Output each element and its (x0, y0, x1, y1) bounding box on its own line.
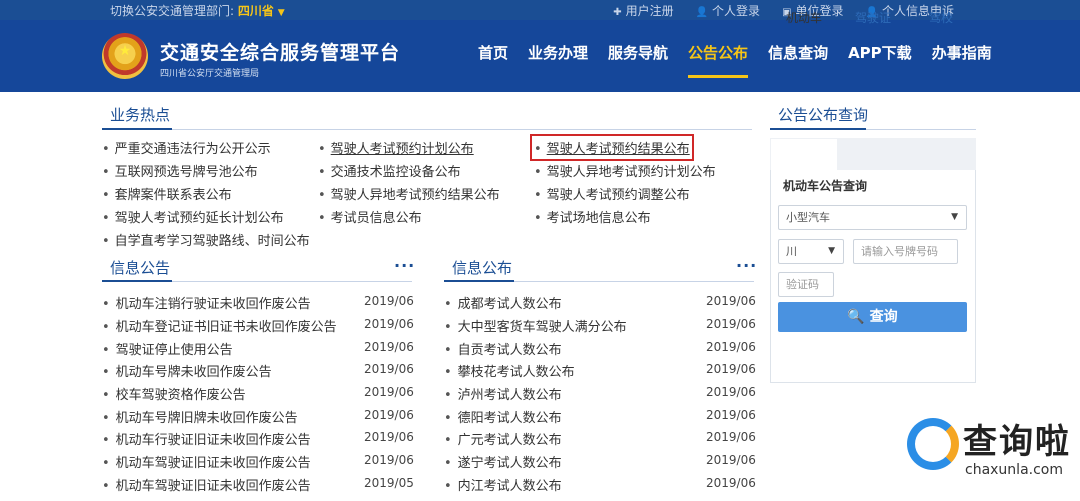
hotspot-item[interactable]: • 互联网预选号牌号池公布 (102, 161, 258, 180)
info-publish-more-icon[interactable]: ··· (736, 256, 757, 275)
personal-login-link[interactable]: 👤 个人登录 (696, 2, 760, 19)
info-notice-more-icon[interactable]: ··· (394, 256, 415, 275)
hotspot-item[interactable]: • 自学直考学习驾驶路线、时间公布 (102, 230, 310, 249)
magnifier-logo-icon (907, 418, 959, 470)
list-item-date: 2019/06 (706, 317, 756, 331)
list-item[interactable]: • 机动车登记证书旧证书未收回作废公告 (102, 316, 337, 335)
list-item[interactable]: • 德阳考试人数公布 (444, 407, 562, 426)
hotspot-divider (102, 129, 752, 130)
nav-business[interactable]: 业务办理 (528, 42, 588, 78)
nav-home[interactable]: 首页 (478, 42, 508, 78)
list-item-date: 2019/06 (706, 408, 756, 422)
hotspot-item[interactable]: • 驾驶人考试预约延长计划公布 (102, 207, 284, 226)
query-panel-title: 公告公布查询 (778, 106, 869, 124)
top-bar: 切换公安交通管理部门: 四川省 ▼ ✚ 用户注册 👤 个人登录 ▣ 单位登录 👤 个人信… (0, 0, 1080, 20)
list-item-date: 2019/06 (364, 340, 414, 354)
list-item-date: 2019/06 (364, 362, 414, 376)
info-notice-divider-accent (102, 280, 172, 282)
nav-service-guide[interactable]: 服务导航 (608, 42, 668, 78)
caret-down-icon: ▼ (951, 212, 958, 222)
hotspot-item[interactable]: • 考试场地信息公布 (534, 207, 651, 226)
department-switcher[interactable]: 切换公安交通管理部门: 四川省 ▼ (110, 2, 285, 19)
list-item-date: 2019/06 (364, 408, 414, 422)
plus-icon: ✚ (613, 7, 622, 18)
query-subtitle: 机动车公告查询 (783, 179, 868, 193)
nav-app-download[interactable]: APP下载 (848, 42, 912, 78)
list-item[interactable]: • 攀枝花考试人数公布 (444, 361, 575, 380)
list-item[interactable]: • 内江考试人数公布 (444, 475, 562, 494)
department-label: 切换公安交通管理部门: (110, 4, 235, 18)
list-item-date: 2019/06 (706, 362, 756, 376)
search-icon: 🔍 (847, 309, 865, 325)
list-item[interactable]: • 机动车号牌旧牌未收回作废公告 (102, 407, 298, 426)
list-item[interactable]: • 遂宁考试人数公布 (444, 452, 562, 471)
hotspot-title: 业务热点 (110, 106, 171, 124)
hotspot-item[interactable]: • 考试员信息公布 (318, 207, 422, 226)
list-item[interactable]: • 机动车驾驶证旧证未收回作废公告 (102, 452, 311, 471)
hotspot-item[interactable]: • 套牌案件联系表公布 (102, 184, 232, 203)
list-item[interactable]: • 自贡考试人数公布 (444, 339, 562, 358)
nav-announcements[interactable]: 公告公布 (688, 42, 749, 78)
list-item-date: 2019/06 (706, 476, 756, 490)
province-selector[interactable]: 四川省 (238, 4, 274, 18)
watermark-url: chaxunla.com (965, 462, 1063, 478)
watermark-text: 查询啦 (963, 422, 1071, 462)
info-publish-title: 信息公布 (452, 259, 513, 277)
watermark: 查询啦 chaxunla.com (905, 412, 1070, 497)
hotspot-item-highlighted[interactable]: • 驾驶人考试预约结果公布 (530, 134, 694, 161)
main-nav: 首页 业务办理 服务导航 公告公布 信息查询 APP下载 办事指南 (478, 42, 1012, 78)
nav-info-query[interactable]: 信息查询 (768, 42, 828, 78)
hotspot-item[interactable]: • 驾驶人考试预约计划公布 (318, 138, 474, 157)
nav-guide[interactable]: 办事指南 (932, 42, 992, 78)
list-item[interactable]: • 泸州考试人数公布 (444, 384, 562, 403)
active-tab-background (771, 139, 837, 170)
site-header: ★ 交通安全综合服务管理平台 四川省公安厅交通管理局 首页 业务办理 服务导航 … (0, 20, 1080, 92)
query-button[interactable]: 🔍 查询 (778, 302, 967, 332)
list-item-date: 2019/06 (364, 453, 414, 467)
list-item[interactable]: • 机动车行驶证旧证未收回作废公告 (102, 429, 311, 448)
site-subtitle: 四川省公安厅交通管理局 (160, 69, 260, 79)
tab-license[interactable]: 驾驶证 (855, 9, 891, 26)
info-notice-title: 信息公告 (110, 259, 171, 277)
list-item-date: 2019/06 (706, 453, 756, 467)
plate-number-input[interactable]: 请输入号牌号码 (853, 239, 958, 264)
caret-down-icon: ▼ (828, 246, 835, 256)
tab-driving-school[interactable]: 驾校 (929, 9, 953, 26)
list-item[interactable]: • 大中型客货车驾驶人满分公布 (444, 316, 627, 335)
list-item[interactable]: • 机动车驾驶证旧证未收回作废公告 (102, 475, 311, 494)
hotspot-item[interactable]: • 驾驶人异地考试预约计划公布 (534, 161, 716, 180)
list-item[interactable]: • 校车驾驶资格作废公告 (102, 384, 246, 403)
register-link[interactable]: ✚ 用户注册 (613, 2, 673, 19)
list-item-date: 2019/06 (706, 294, 756, 308)
hotspot-divider-accent (102, 128, 172, 130)
hotspot-item[interactable]: • 驾驶人考试预约调整公布 (534, 184, 690, 203)
hotspot-item[interactable]: • 严重交通违法行为公开公示 (102, 138, 271, 157)
list-item[interactable]: • 机动车号牌未收回作废公告 (102, 361, 272, 380)
list-item-date: 2019/05 (364, 476, 414, 490)
captcha-input[interactable]: 验证码 (778, 272, 834, 297)
list-item[interactable]: • 广元考试人数公布 (444, 429, 562, 448)
user-icon: 👤 (695, 7, 709, 18)
list-item-date: 2019/06 (364, 294, 414, 308)
police-emblem-icon[interactable]: ★ (102, 33, 148, 79)
plate-prefix-select[interactable]: 川 ▼ (778, 239, 844, 264)
list-item[interactable]: • 驾驶证停止使用公告 (102, 339, 233, 358)
vehicle-type-select[interactable]: 小型汽车 ▼ (778, 205, 967, 230)
caret-down-icon[interactable]: ▼ (278, 8, 285, 18)
hotspot-item[interactable]: • 驾驶人异地考试预约结果公布 (318, 184, 500, 203)
account-links: ✚ 用户注册 👤 个人登录 ▣ 单位登录 👤 个人信息申诉 (591, 2, 954, 19)
info-publish-divider-accent (444, 280, 514, 282)
query-divider-accent (770, 128, 866, 130)
list-item-date: 2019/06 (706, 340, 756, 354)
list-item-date: 2019/06 (364, 385, 414, 399)
list-item-date: 2019/06 (364, 317, 414, 331)
hotspot-item[interactable]: • 交通技术监控设备公布 (318, 161, 461, 180)
list-item-date: 2019/06 (364, 430, 414, 444)
list-item-date: 2019/06 (706, 385, 756, 399)
site-title[interactable]: 交通安全综合服务管理平台 (160, 38, 400, 65)
list-item-date: 2019/06 (706, 430, 756, 444)
list-item[interactable]: • 成都考试人数公布 (444, 293, 562, 312)
list-item[interactable]: • 机动车注销行驶证未收回作废公告 (102, 293, 311, 312)
tab-vehicle[interactable]: 机动车 (786, 9, 822, 26)
